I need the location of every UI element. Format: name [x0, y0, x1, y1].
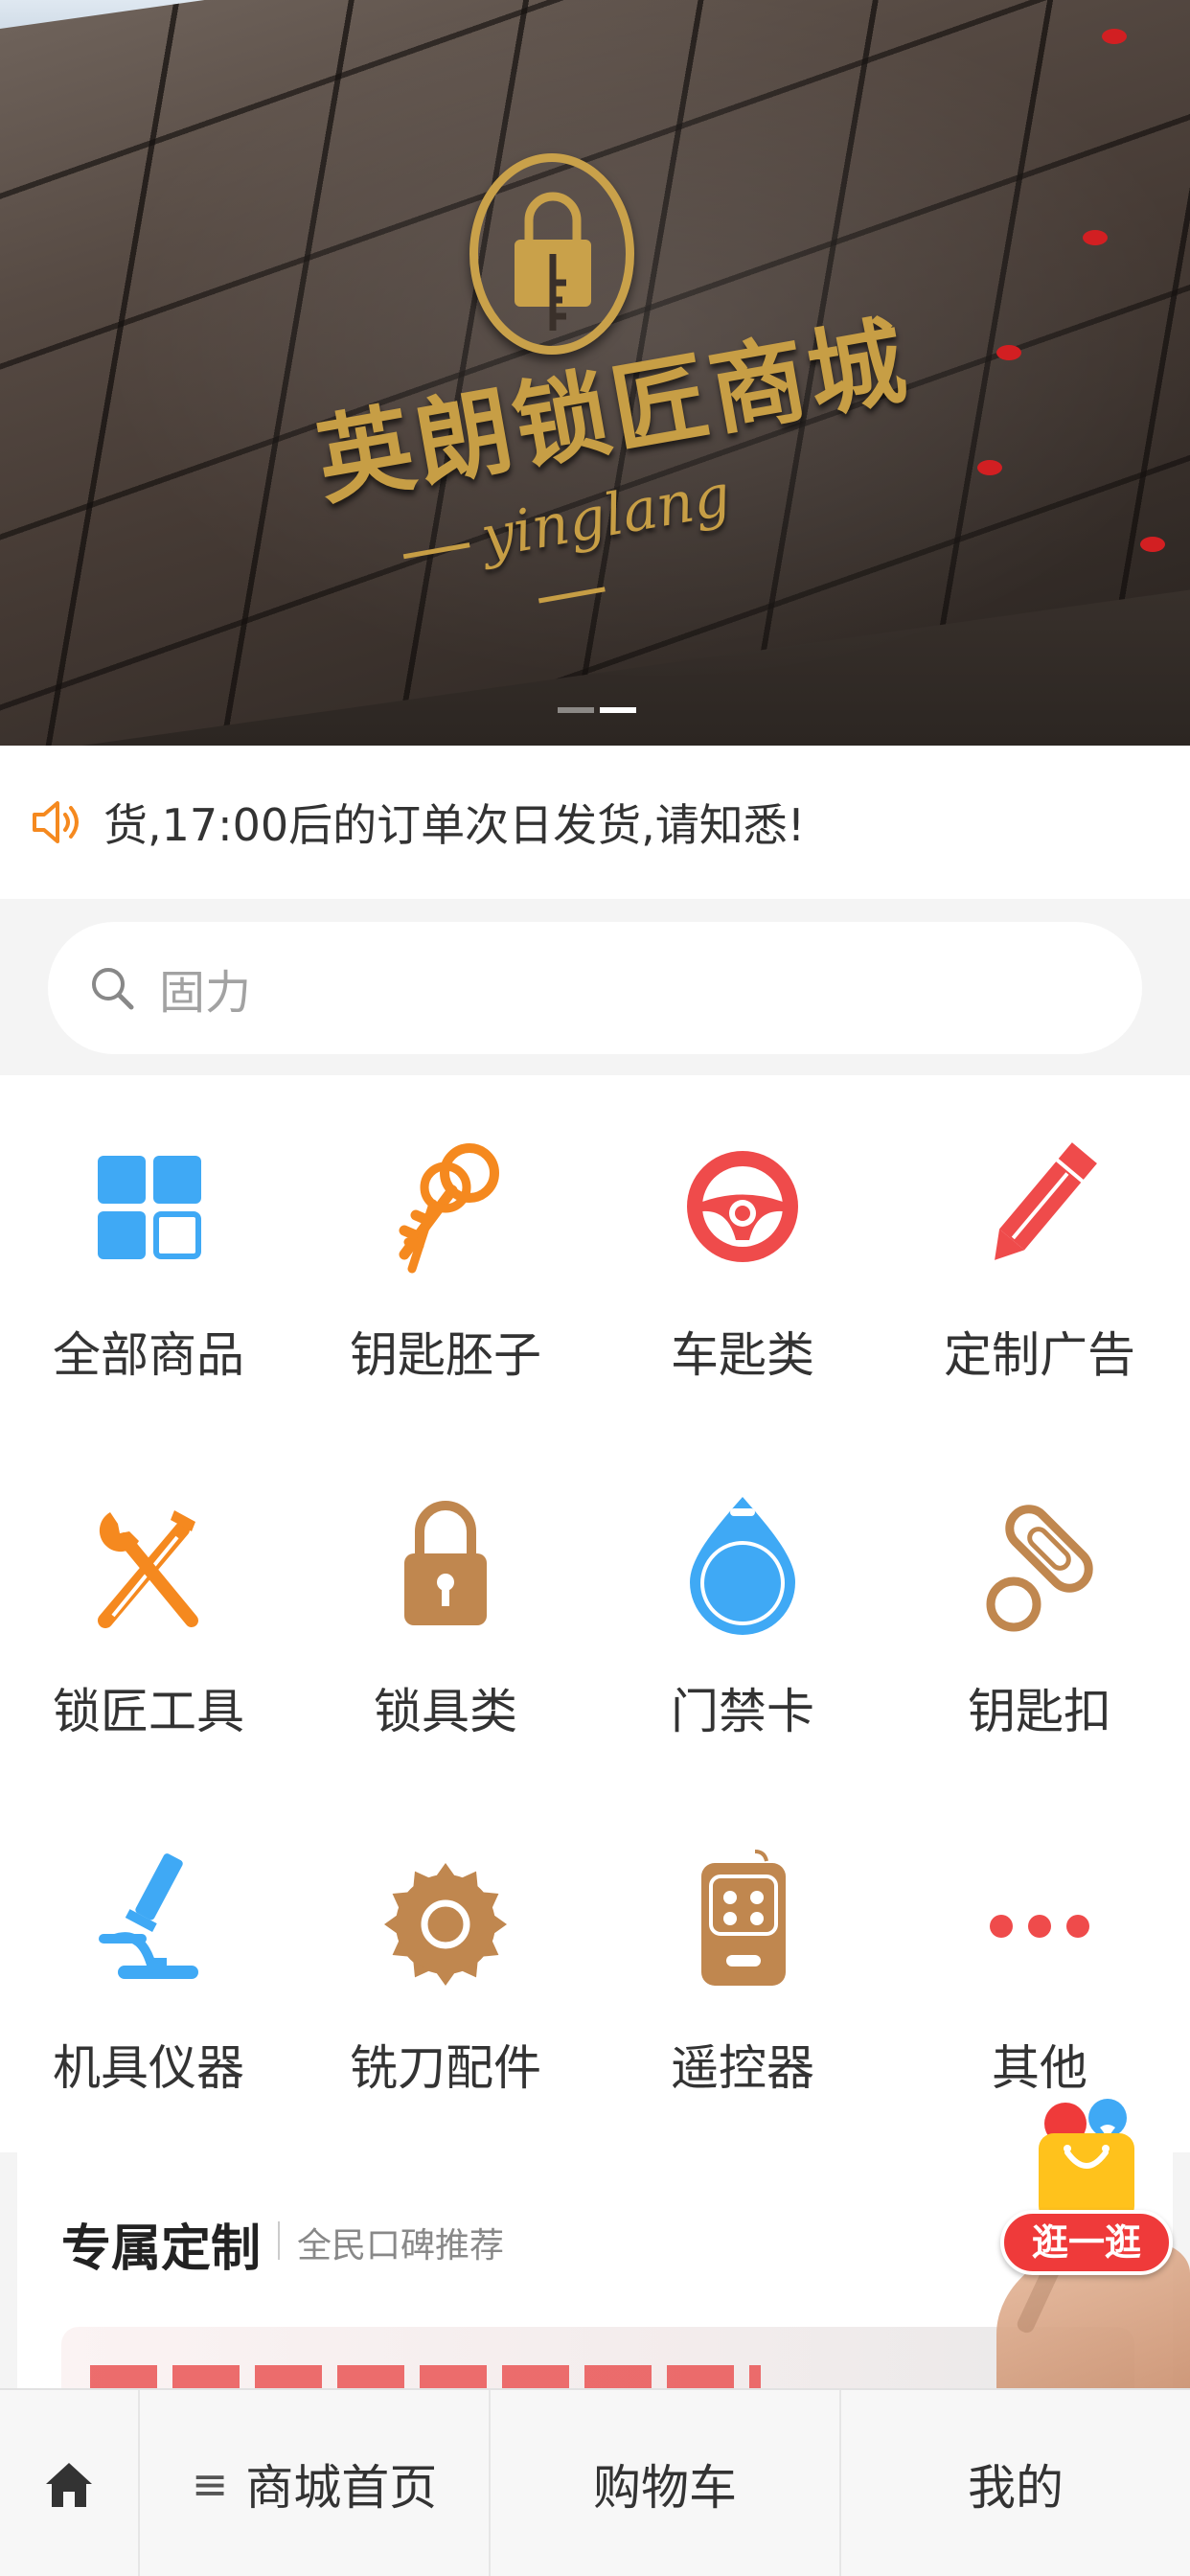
category-label: 全部商品: [53, 1327, 244, 1383]
petal: [1140, 537, 1165, 552]
category-label: 机具仪器: [53, 2040, 244, 2096]
category-label: 铣刀配件: [350, 2040, 541, 2096]
pencil-icon: [995, 1142, 1097, 1260]
shopping-bag-icon: [1039, 2099, 1134, 2221]
hero-banner[interactable]: 英朗锁匠商城 yinglang: [0, 0, 1190, 746]
microscope-icon: [99, 1853, 198, 1979]
keys-icon: [399, 1143, 499, 1274]
category-label: 钥匙胚子: [350, 1327, 541, 1383]
category-label: 定制广告: [944, 1327, 1135, 1383]
steering-wheel-icon: [687, 1151, 798, 1262]
tools-icon: [98, 1510, 198, 1628]
category-label: 车匙类: [671, 1327, 814, 1383]
category-label: 钥匙扣: [968, 1684, 1111, 1739]
category-grid: 全部商品 钥匙胚子 车匙类 定制广告 锁匠工具 锁具类 门禁卡 钥匙扣 机具仪器…: [0, 1075, 1190, 2152]
petal: [996, 345, 1021, 360]
category-label: 遥控器: [671, 2040, 814, 2096]
home-icon: [46, 2463, 92, 2507]
tab-cart-label: 购物车: [593, 2460, 737, 2516]
padlock-icon: [404, 1501, 487, 1625]
notice-text: 货,17:00后的订单次日发货,请知悉!: [103, 799, 806, 851]
tab-store-home[interactable]: ≡ 商城首页: [138, 2390, 489, 2576]
more-dots-icon: [990, 1915, 1089, 1938]
access-card-icon: [690, 1497, 795, 1635]
search-icon: [92, 968, 134, 1010]
category-cutter-parts[interactable]: 铣刀配件: [297, 1788, 594, 2145]
category-label: 门禁卡: [671, 1684, 814, 1739]
petal: [1083, 230, 1108, 245]
section-subtitle: 全民口碑推荐: [297, 2226, 505, 2266]
category-car-keys[interactable]: 车匙类: [594, 1075, 891, 1432]
carousel-dot[interactable]: [558, 707, 594, 713]
search-placeholder: 固力: [159, 966, 252, 1020]
petal: [977, 460, 1002, 475]
category-all-products[interactable]: 全部商品: [0, 1075, 297, 1432]
category-machines[interactable]: 机具仪器: [0, 1788, 297, 2145]
browse-label: 逛一逛: [1000, 2210, 1173, 2275]
speaker-icon: [33, 801, 79, 843]
tab-cart[interactable]: 购物车: [489, 2390, 839, 2576]
section-title: 专属定制: [61, 2220, 262, 2278]
remote-control-icon: [701, 1850, 786, 1986]
search-section: 固力: [0, 899, 1190, 1075]
grid-icon: [98, 1156, 201, 1259]
carousel-dot-active[interactable]: [600, 707, 636, 713]
category-keychains[interactable]: 钥匙扣: [891, 1432, 1188, 1788]
category-label: 锁匠工具: [53, 1684, 244, 1739]
category-access-cards[interactable]: 门禁卡: [594, 1432, 891, 1788]
menu-icon: ≡: [191, 2458, 229, 2510]
category-label: 锁具类: [374, 1684, 517, 1739]
petal: [1102, 29, 1127, 44]
category-locks[interactable]: 锁具类: [297, 1432, 594, 1788]
tab-me[interactable]: 我的: [839, 2390, 1190, 2576]
category-key-blanks[interactable]: 钥匙胚子: [297, 1075, 594, 1432]
notice-bar[interactable]: 货,17:00后的订单次日发货,请知悉!: [0, 746, 1190, 899]
category-remotes[interactable]: 遥控器: [594, 1788, 891, 2145]
tab-store-label: 商城首页: [245, 2460, 438, 2516]
keyring-icon: [986, 1505, 1093, 1632]
browse-float-button[interactable]: 逛一逛: [1000, 2085, 1173, 2277]
category-custom-ads[interactable]: 定制广告: [891, 1075, 1188, 1432]
tab-me-label: 我的: [968, 2460, 1064, 2516]
lock-logo-icon: [515, 192, 591, 331]
category-locksmith-tools[interactable]: 锁匠工具: [0, 1432, 297, 1788]
section-divider: [278, 2221, 280, 2260]
saw-blade-icon: [384, 1863, 507, 1986]
tab-home[interactable]: [0, 2390, 138, 2576]
search-input[interactable]: 固力: [48, 922, 1142, 1054]
carousel-indicator[interactable]: [558, 699, 642, 717]
bottom-tab-bar: ≡ 商城首页 购物车 我的: [0, 2388, 1190, 2576]
